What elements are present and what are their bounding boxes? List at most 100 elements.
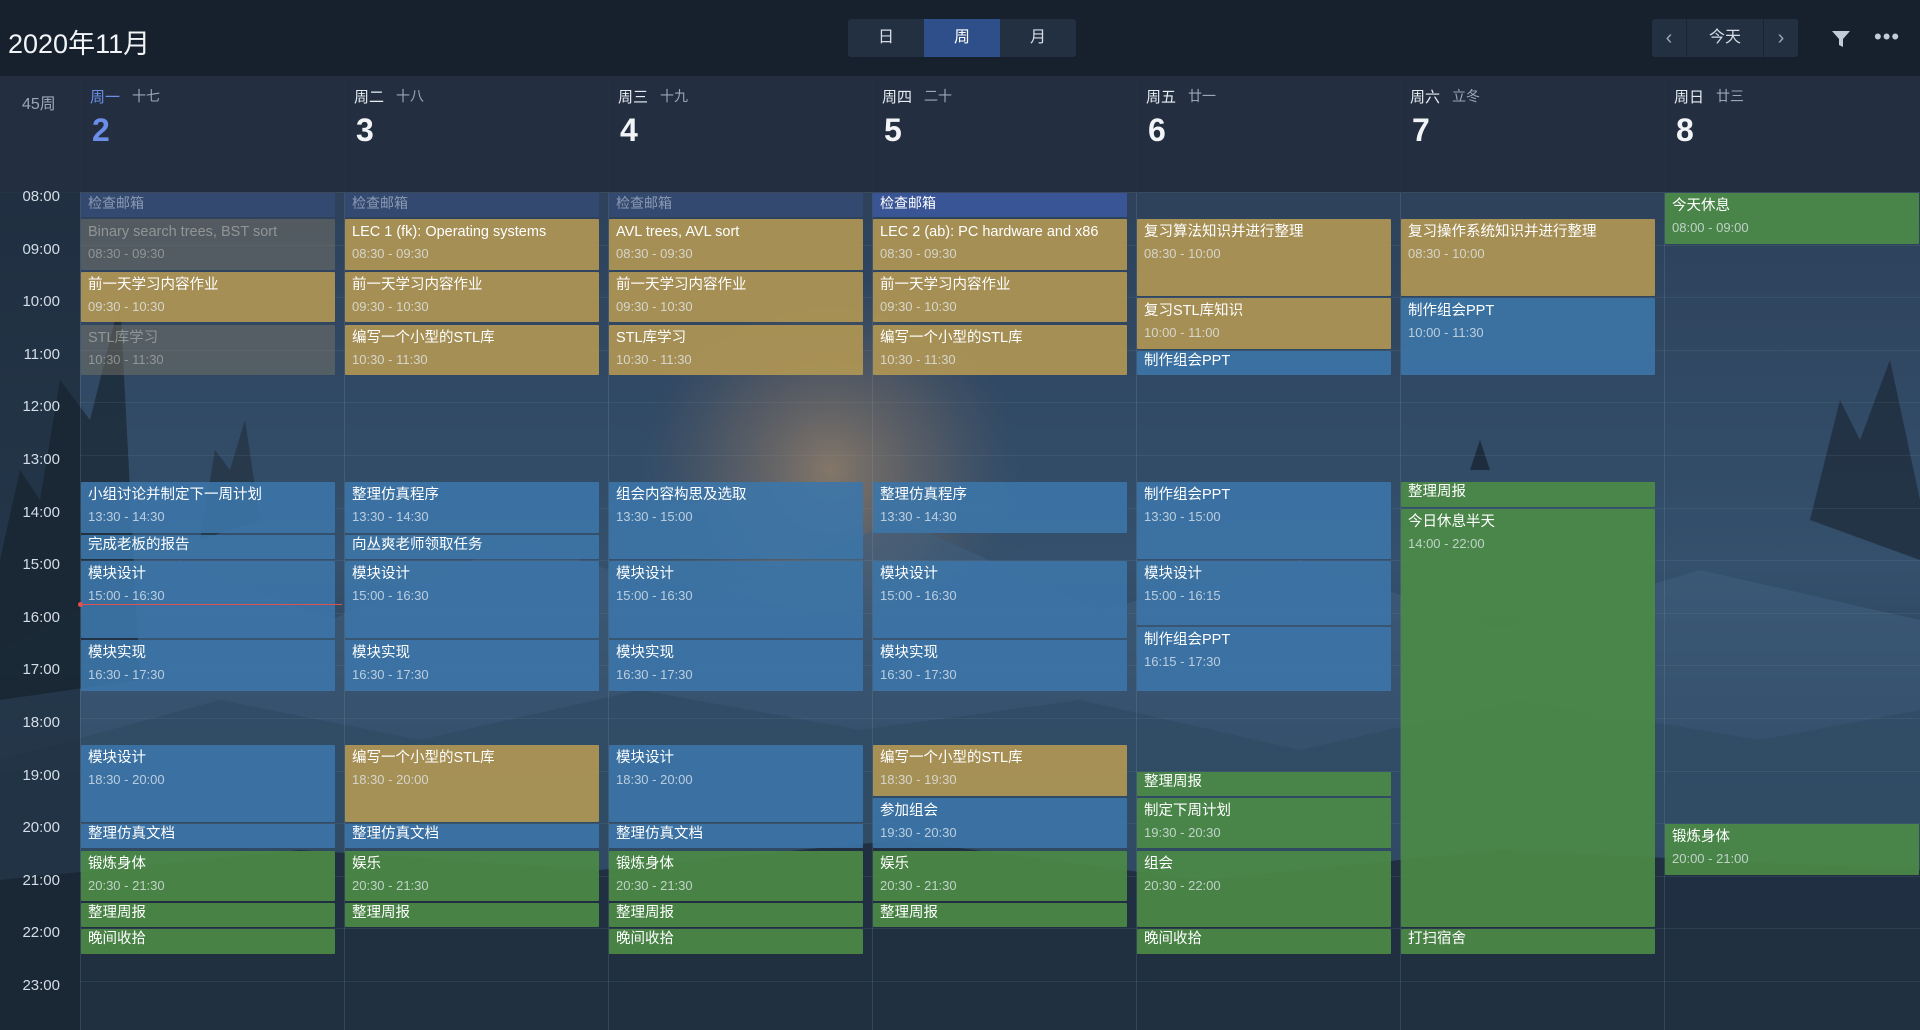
calendar-event[interactable]: 模块设计 15:00 - 16:30 <box>81 561 335 639</box>
calendar-event[interactable]: 锻炼身体 20:30 - 21:30 <box>81 850 335 902</box>
calendar-event[interactable]: 模块设计 15:00 - 16:30 <box>345 561 599 639</box>
calendar-event[interactable]: STL库学习 10:30 - 11:30 <box>81 324 335 376</box>
calendar-event[interactable]: 复习算法知识并进行整理 08:30 - 10:00 <box>1137 219 1391 297</box>
calendar-event[interactable]: 晚间收拾 <box>1137 929 1391 954</box>
calendar-event[interactable]: 模块实现 16:30 - 17:30 <box>81 640 335 691</box>
event-time: 08:30 - 09:30 <box>88 246 165 262</box>
calendar-event[interactable]: 编写一个小型的STL库 10:30 - 11:30 <box>345 324 599 376</box>
event-time: 14:00 - 22:00 <box>1408 535 1485 551</box>
calendar-event[interactable]: 整理周报 <box>609 903 863 928</box>
view-month-button[interactable]: 月 <box>1000 19 1076 57</box>
calendar-event[interactable]: 检查邮箱 <box>81 193 335 218</box>
calendar-event[interactable]: 制作组会PPT <box>1137 350 1391 376</box>
calendar-event[interactable]: 今天休息 08:00 - 09:00 <box>1665 193 1919 244</box>
calendar-event[interactable]: 整理仿真文档 <box>81 824 335 849</box>
calendar-event[interactable]: 编写一个小型的STL库 18:30 - 19:30 <box>873 745 1127 796</box>
calendar-event[interactable]: 整理仿真文档 <box>345 824 599 849</box>
calendar-event[interactable]: 模块设计 15:00 - 16:15 <box>1137 561 1391 625</box>
day-header-7[interactable]: 周日 廿三 8 <box>1664 76 1920 192</box>
calendar-event[interactable]: 组会内容构思及选取 13:30 - 15:00 <box>609 482 863 560</box>
event-time: 16:30 - 17:30 <box>352 667 429 683</box>
more-options-icon[interactable]: ••• <box>1874 24 1900 50</box>
calendar-event[interactable]: 今日休息半天 14:00 - 22:00 <box>1401 508 1655 928</box>
day-header-5[interactable]: 周五 廿一 6 <box>1136 76 1400 192</box>
calendar-event[interactable]: 娱乐 20:30 - 21:30 <box>345 850 599 902</box>
calendar-event[interactable]: 小组讨论并制定下一周计划 13:30 - 14:30 <box>81 482 335 533</box>
today-button[interactable]: 今天 <box>1686 19 1764 57</box>
calendar-event[interactable]: 打扫宿舍 <box>1401 929 1655 954</box>
calendar-event[interactable]: AVL trees, AVL sort 08:30 - 09:30 <box>609 219 863 270</box>
calendar-event[interactable]: 整理周报 <box>81 903 335 928</box>
event-title: 编写一个小型的STL库 <box>880 750 1023 767</box>
calendar-event[interactable]: 检查邮箱 <box>345 193 599 218</box>
day-number: 6 <box>1148 112 1166 148</box>
day-header-4[interactable]: 周四 二十 5 <box>872 76 1136 192</box>
calendar-event[interactable]: 晚间收拾 <box>609 929 863 954</box>
calendar-event[interactable]: 制作组会PPT 13:30 - 15:00 <box>1137 482 1391 560</box>
calendar-event[interactable]: 复习STL库知识 10:00 - 11:00 <box>1137 298 1391 349</box>
next-week-button[interactable]: › <box>1764 19 1798 57</box>
calendar-event[interactable]: 锻炼身体 20:00 - 21:00 <box>1665 824 1919 875</box>
calendar-event[interactable]: 参加组会 19:30 - 20:30 <box>873 797 1127 849</box>
event-title: 模块设计 <box>616 566 674 583</box>
calendar-event[interactable]: 制作组会PPT 10:00 - 11:30 <box>1401 298 1655 376</box>
calendar-event[interactable]: 模块设计 18:30 - 20:00 <box>609 745 863 823</box>
calendar-event[interactable]: 完成老板的报告 <box>81 534 335 560</box>
calendar-event[interactable]: LEC 1 (fk): Operating systems 08:30 - 09:… <box>345 219 599 270</box>
event-time: 08:00 - 09:00 <box>1672 220 1749 235</box>
calendar-event[interactable]: 复习操作系统知识并进行整理 08:30 - 10:00 <box>1401 219 1655 297</box>
day-header-1[interactable]: 周一 十七 2 <box>80 76 344 192</box>
calendar-event[interactable]: 组会 20:30 - 22:00 <box>1137 850 1391 928</box>
day-header-6[interactable]: 周六 立冬 7 <box>1400 76 1664 192</box>
view-day-button[interactable]: 日 <box>848 19 924 57</box>
calendar-event[interactable]: 整理周报 <box>1137 771 1391 796</box>
calendar-event[interactable]: 模块实现 16:30 - 17:30 <box>873 640 1127 691</box>
calendar-event[interactable]: 晚间收拾 <box>81 929 335 954</box>
event-time: 20:00 - 21:00 <box>1672 851 1749 867</box>
calendar-event[interactable]: 检查邮箱 <box>609 193 863 218</box>
hour-label: 15:00 <box>22 556 60 574</box>
day-header-2[interactable]: 周二 十八 3 <box>344 76 608 192</box>
calendar-event[interactable]: STL库学习 10:30 - 11:30 <box>609 324 863 376</box>
event-time: 20:30 - 21:30 <box>352 877 429 893</box>
event-title: LEC 1 (fk): Operating systems <box>352 224 547 241</box>
view-week-button[interactable]: 周 <box>924 19 1000 57</box>
calendar-event[interactable]: 整理仿真程序 13:30 - 14:30 <box>873 482 1127 533</box>
calendar-event[interactable]: 前一天学习内容作业 09:30 - 10:30 <box>609 271 863 323</box>
lunar-date: 十八 <box>396 88 424 104</box>
calendar-event[interactable]: 整理周报 <box>873 903 1127 928</box>
filter-icon[interactable] <box>1830 28 1852 50</box>
calendar-event[interactable]: 制定下周计划 19:30 - 20:30 <box>1137 797 1391 849</box>
calendar-event[interactable]: 娱乐 20:30 - 21:30 <box>873 850 1127 902</box>
calendar-event[interactable]: Binary search trees, BST sort 08:30 - 09:… <box>81 219 335 270</box>
calendar-event[interactable]: 检查邮箱 <box>873 193 1127 218</box>
calendar-event[interactable]: 锻炼身体 20:30 - 21:30 <box>609 850 863 902</box>
event-title: 模块设计 <box>616 750 674 767</box>
calendar-event[interactable]: 模块实现 16:30 - 17:30 <box>609 640 863 691</box>
calendar-event[interactable]: 模块实现 16:30 - 17:30 <box>345 640 599 691</box>
hour-gridline <box>80 981 1920 982</box>
calendar-event[interactable]: 前一天学习内容作业 09:30 - 10:30 <box>873 271 1127 323</box>
calendar-event[interactable]: 整理周报 <box>1401 482 1655 507</box>
calendar-event[interactable]: 编写一个小型的STL库 10:30 - 11:30 <box>873 324 1127 376</box>
event-time: 13:30 - 15:00 <box>1144 509 1221 525</box>
calendar-event[interactable]: 整理周报 <box>345 903 599 928</box>
event-title: 整理仿真程序 <box>880 487 967 504</box>
prev-week-button[interactable]: ‹ <box>1652 19 1686 57</box>
calendar-event[interactable]: 前一天学习内容作业 09:30 - 10:30 <box>345 271 599 323</box>
calendar-event[interactable]: 向丛爽老师领取任务 <box>345 534 599 560</box>
calendar-event[interactable]: LEC 2 (ab): PC hardware and x86 08:30 - 0… <box>873 219 1127 270</box>
calendar-event[interactable]: 模块设计 15:00 - 16:30 <box>873 561 1127 639</box>
calendar-event[interactable]: 制作组会PPT 16:15 - 17:30 <box>1137 626 1391 691</box>
calendar-event[interactable]: 模块设计 15:00 - 16:30 <box>609 561 863 639</box>
event-title: 制作组会PPT <box>1408 303 1495 320</box>
day-number: 8 <box>1676 112 1694 148</box>
event-title: 组会内容构思及选取 <box>616 487 747 504</box>
day-header-3[interactable]: 周三 十九 4 <box>608 76 872 192</box>
calendar-event[interactable]: 整理仿真文档 <box>609 824 863 849</box>
calendar-event[interactable]: 前一天学习内容作业 09:30 - 10:30 <box>81 271 335 323</box>
calendar-event[interactable]: 整理仿真程序 13:30 - 14:30 <box>345 482 599 533</box>
calendar-event[interactable]: 模块设计 18:30 - 20:00 <box>81 745 335 823</box>
event-title: 整理仿真程序 <box>352 487 439 504</box>
calendar-event[interactable]: 编写一个小型的STL库 18:30 - 20:00 <box>345 745 599 823</box>
